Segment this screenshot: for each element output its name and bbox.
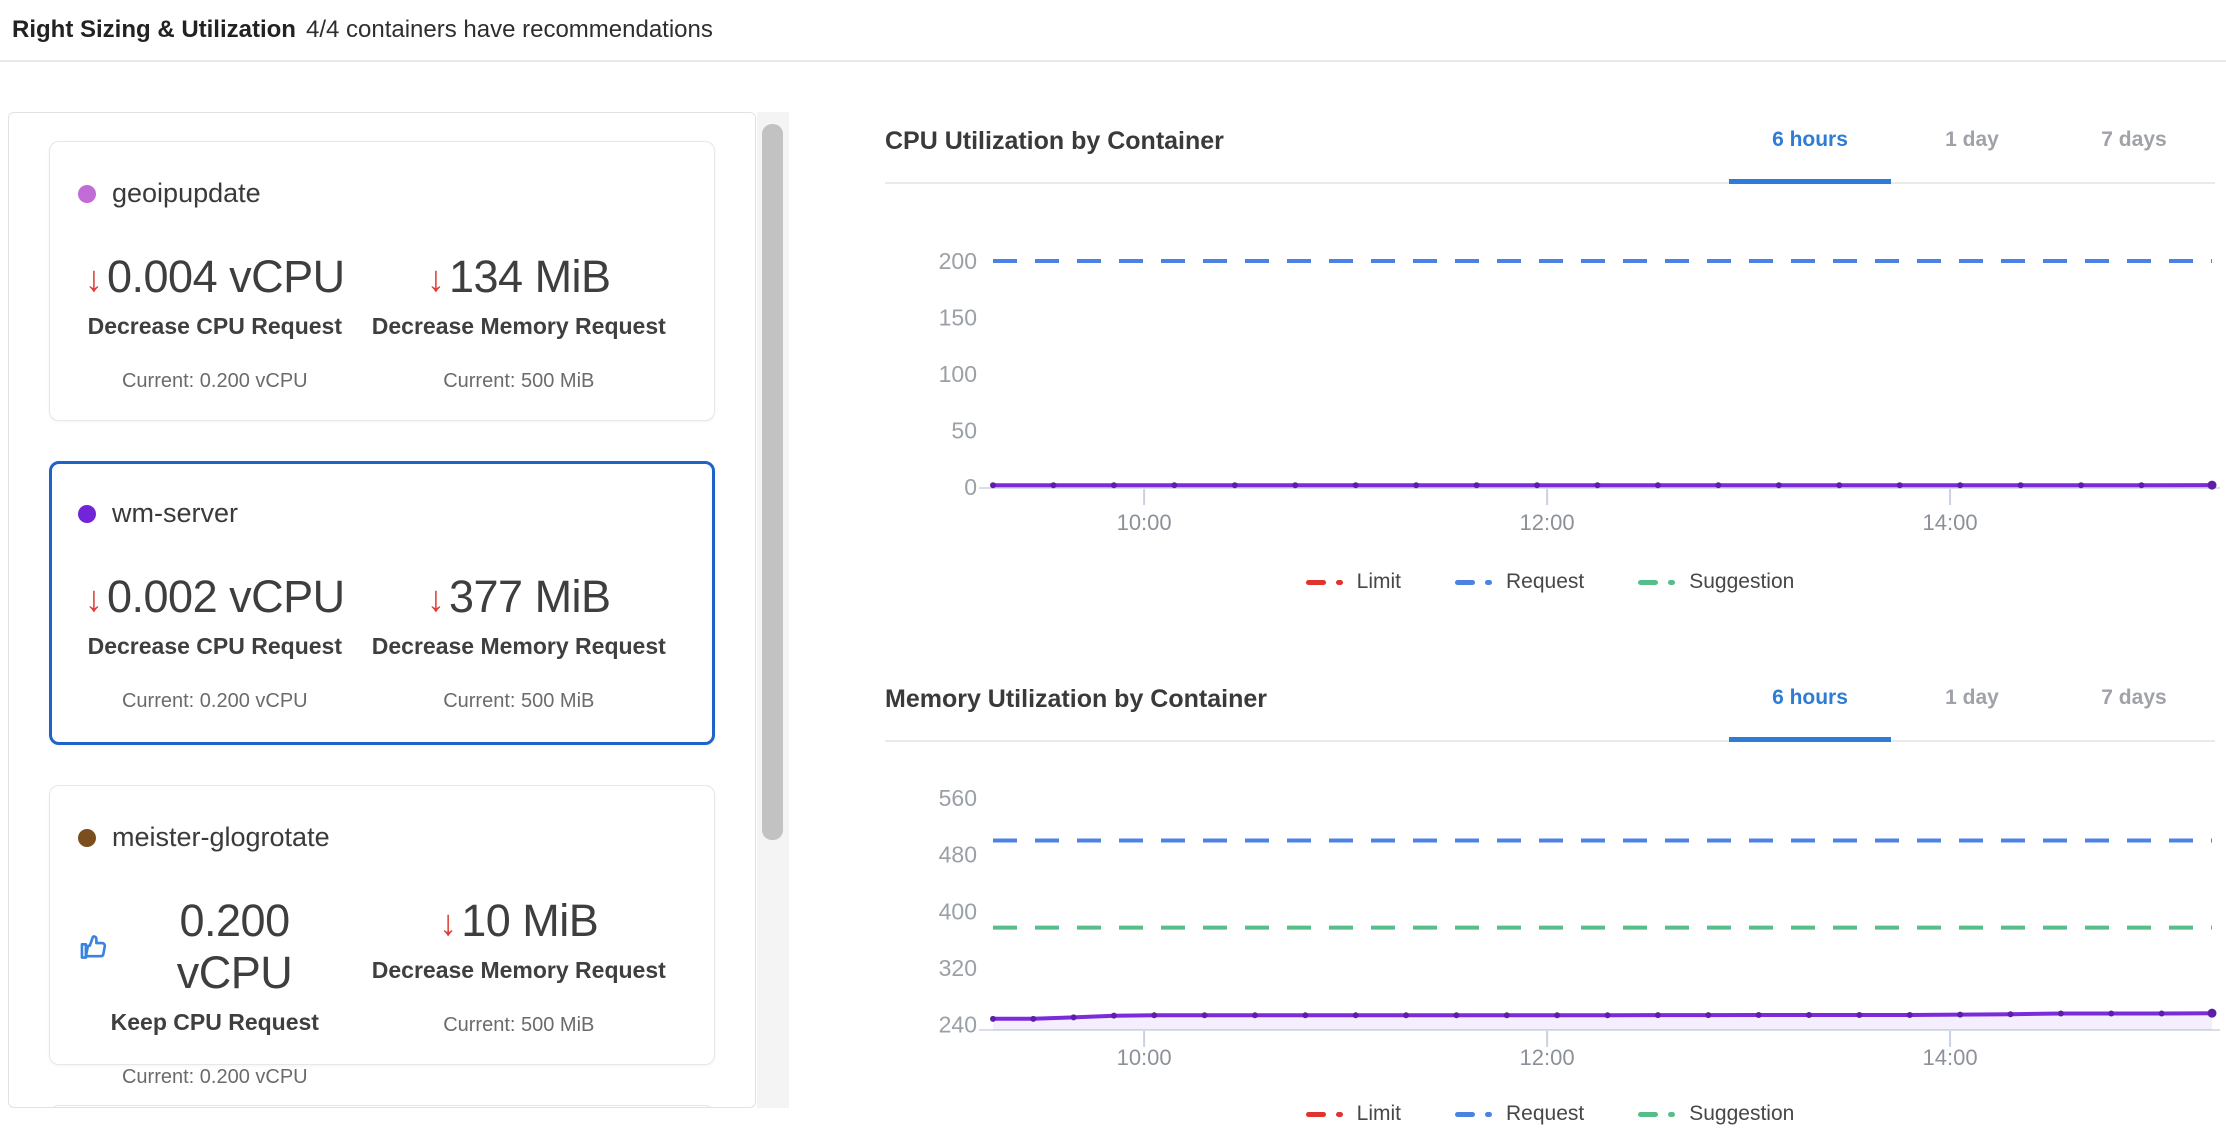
svg-text:100: 100 — [939, 361, 977, 387]
memory-current-value: Current: 500 MiB — [352, 1014, 686, 1037]
svg-text:400: 400 — [939, 898, 977, 924]
series-color-dot — [78, 185, 96, 203]
svg-text:0: 0 — [964, 474, 977, 500]
memory-action-label: Decrease Memory Request — [352, 957, 686, 984]
svg-text:320: 320 — [939, 955, 977, 981]
legend-item-suggestion[interactable]: Suggestion — [1638, 570, 1794, 594]
left-panel-scrollbar[interactable] — [757, 112, 789, 1108]
cpu-current-value: Current: 0.200 vCPU — [78, 690, 352, 713]
memory-chart-header: Memory Utilization by Container 6 hours … — [885, 656, 2215, 742]
container-recommendation-list: geoipupdate ↓ 0.004 vCPU Decrease CPU Re… — [8, 112, 756, 1108]
cpu-action-label: Keep CPU Request — [78, 1009, 352, 1036]
series-color-dot — [78, 505, 96, 523]
cpu-recommendation-value: 0.200 vCPU — [118, 895, 352, 999]
svg-text:12:00: 12:00 — [1520, 1045, 1575, 1070]
cpu-recommendation-value: 0.004 vCPU — [107, 251, 345, 303]
request-line-swatch — [1455, 1112, 1475, 1117]
cpu-action-label: Decrease CPU Request — [78, 633, 352, 660]
cpu-time-range-tabs: 6 hours 1 day 7 days — [1729, 128, 2215, 182]
tab-7-days[interactable]: 7 days — [2053, 128, 2215, 182]
cpu-recommendation-value: 0.002 vCPU — [107, 571, 345, 623]
decrease-arrow-icon: ↓ — [85, 581, 103, 617]
memory-action-label: Decrease Memory Request — [352, 313, 686, 340]
container-card-meister-glogrotate[interactable]: meister-glogrotate 0.200 vCPU Keep CPU R… — [49, 785, 715, 1065]
memory-utilization-chart[interactable]: 240 320 400 480 560 10:00 12:00 14:00 — [885, 745, 2226, 1081]
legend-item-limit[interactable]: Limit — [1306, 570, 1401, 594]
svg-text:10:00: 10:00 — [1117, 510, 1172, 535]
tab-1-day[interactable]: 1 day — [1891, 686, 2053, 740]
page-title: Right Sizing & Utilization — [12, 16, 296, 44]
legend-item-limit[interactable]: Limit — [1306, 1102, 1401, 1126]
cpu-chart-header: CPU Utilization by Container 6 hours 1 d… — [885, 98, 2215, 184]
tab-6-hours[interactable]: 6 hours — [1729, 686, 1891, 740]
thumbs-up-icon — [78, 931, 110, 963]
container-card-wm-server[interactable]: wm-server ↓ 0.002 vCPU Decrease CPU Requ… — [49, 461, 715, 745]
svg-text:14:00: 14:00 — [1923, 510, 1978, 535]
memory-chart-title: Memory Utilization by Container — [885, 685, 1267, 714]
decrease-arrow-icon: ↓ — [85, 261, 103, 297]
svg-text:10:00: 10:00 — [1117, 1045, 1172, 1070]
memory-recommendation-value: 377 MiB — [449, 571, 611, 623]
legend-item-request[interactable]: Request — [1455, 1102, 1584, 1126]
svg-text:150: 150 — [939, 305, 977, 331]
svg-text:12:00: 12:00 — [1520, 510, 1575, 535]
memory-current-value: Current: 500 MiB — [352, 690, 686, 713]
memory-recommendation-value: 10 MiB — [461, 895, 598, 947]
container-card-partial[interactable] — [49, 1105, 715, 1108]
suggestion-line-swatch — [1638, 1112, 1658, 1117]
memory-time-range-tabs: 6 hours 1 day 7 days — [1729, 686, 2215, 740]
limit-line-swatch — [1306, 1112, 1326, 1117]
cpu-utilization-chart[interactable]: 0 50 100 150 200 10:00 12:00 14:00 — [885, 200, 2226, 536]
series-color-dot — [78, 829, 96, 847]
container-card-geoipupdate[interactable]: geoipupdate ↓ 0.004 vCPU Decrease CPU Re… — [49, 141, 715, 421]
memory-current-value: Current: 500 MiB — [352, 370, 686, 393]
cpu-chart-title: CPU Utilization by Container — [885, 127, 1224, 156]
svg-text:240: 240 — [939, 1012, 977, 1038]
svg-text:50: 50 — [951, 418, 977, 444]
limit-line-swatch — [1306, 580, 1326, 585]
cpu-current-value: Current: 0.200 vCPU — [78, 1066, 352, 1089]
memory-action-label: Decrease Memory Request — [352, 633, 686, 660]
suggestion-line-swatch — [1638, 580, 1658, 585]
decrease-arrow-icon: ↓ — [439, 905, 457, 941]
svg-text:200: 200 — [939, 248, 977, 274]
request-line-swatch — [1455, 580, 1475, 585]
cpu-action-label: Decrease CPU Request — [78, 313, 352, 340]
svg-text:14:00: 14:00 — [1923, 1045, 1978, 1070]
container-name: meister-glogrotate — [112, 822, 330, 853]
page-subtitle: 4/4 containers have recommendations — [306, 16, 713, 44]
container-name: geoipupdate — [112, 178, 261, 209]
legend-item-request[interactable]: Request — [1455, 570, 1584, 594]
svg-text:560: 560 — [939, 785, 977, 811]
scrollbar-thumb[interactable] — [762, 124, 783, 840]
tab-7-days[interactable]: 7 days — [2053, 686, 2215, 740]
container-name: wm-server — [112, 498, 238, 529]
decrease-arrow-icon: ↓ — [427, 581, 445, 617]
cpu-current-value: Current: 0.200 vCPU — [78, 370, 352, 393]
tab-1-day[interactable]: 1 day — [1891, 128, 2053, 182]
memory-recommendation-value: 134 MiB — [449, 251, 611, 303]
charts-column: CPU Utilization by Container 6 hours 1 d… — [885, 0, 2226, 1144]
tab-6-hours[interactable]: 6 hours — [1729, 128, 1891, 182]
legend-item-suggestion[interactable]: Suggestion — [1638, 1102, 1794, 1126]
svg-text:480: 480 — [939, 842, 977, 868]
decrease-arrow-icon: ↓ — [427, 261, 445, 297]
memory-chart-legend: Limit Request Suggestion — [885, 1102, 2215, 1126]
cpu-chart-legend: Limit Request Suggestion — [885, 570, 2215, 594]
